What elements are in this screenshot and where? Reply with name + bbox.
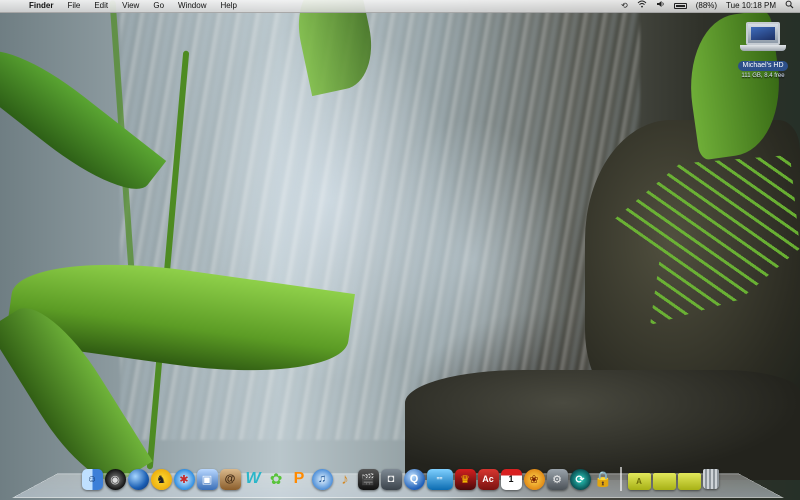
dock-frog-app-icon[interactable]: ✿ (266, 469, 287, 490)
dock-dashboard-icon[interactable]: ◉ (104, 468, 126, 490)
laptop-base (740, 45, 786, 51)
laptop-screen (746, 22, 780, 45)
menu-help[interactable]: Help (220, 0, 236, 12)
dock-finder-icon[interactable]: ☺ (81, 468, 103, 490)
dock-system-preferences-icon[interactable]: ⚙ (546, 468, 568, 490)
dock-banner-app-icon[interactable]: == (426, 468, 453, 490)
dock-photo-booth-icon[interactable]: ❀ (523, 468, 545, 490)
dock-garageband-icon[interactable]: ♪ (335, 469, 356, 490)
menu-bar: Finder File Edit View Go Window Help ⟲ (… (0, 0, 800, 13)
battery-percent: (88%) (695, 1, 718, 10)
battery-icon[interactable] (673, 3, 687, 9)
dock-game-icon[interactable]: ♛ (454, 468, 476, 490)
dock-iphoto-icon[interactable]: ◘ (380, 468, 402, 490)
volume-icon[interactable] (656, 0, 665, 12)
dock-documents-folder-icon[interactable] (652, 472, 676, 490)
menu-clock[interactable]: Tue 10:18 PM (726, 0, 776, 12)
dock-itunes-icon[interactable]: ♫ (311, 468, 333, 490)
disk-free: 8.4 free (764, 73, 785, 79)
dock-quicktime-icon[interactable]: Q (403, 468, 425, 490)
wifi-icon[interactable] (637, 0, 647, 12)
dock-acrobat-icon[interactable]: Ac (477, 468, 499, 490)
dock-keychain-lock-icon[interactable]: 🔒 (593, 469, 614, 490)
menu-view[interactable]: View (122, 0, 139, 12)
dock-preview-icon[interactable]: ▣ (196, 468, 218, 490)
dock-safari-icon[interactable]: ✱ (173, 468, 195, 490)
dock-applications-folder-icon[interactable]: A (627, 472, 651, 490)
disk-info: 111 GB, 8.4 free (741, 73, 785, 79)
dock-aim-icon[interactable]: ♞ (150, 468, 172, 490)
desktop-disk-icon[interactable]: Michael's HD 111 GB, 8.4 free (730, 22, 796, 81)
disk-capacity: 111 GB (741, 73, 761, 79)
desktop-wallpaper (0, 0, 800, 500)
dock-time-machine-icon[interactable]: ⟳ (569, 468, 591, 490)
time-machine-icon[interactable]: ⟲ (621, 0, 628, 12)
dock-address-book-icon[interactable]: @ (219, 468, 241, 490)
menu-go[interactable]: Go (153, 0, 164, 12)
dock-google-earth-icon[interactable] (127, 468, 149, 490)
dock: ☺ ◉ ♞ ✱ ▣ @ W ✿ P ♫ ♪ 🎬 ◘ Q == ♛ Ac 1 ❀ … (0, 464, 800, 494)
status-area: ⟲ (88%) Tue 10:18 PM (621, 0, 794, 12)
laptop-drive-icon (740, 22, 786, 54)
dock-downloads-folder-icon[interactable] (677, 472, 701, 490)
spotlight-search-icon[interactable] (785, 0, 794, 12)
menu-finder[interactable]: Finder (29, 0, 53, 12)
dock-imovie-icon[interactable]: 🎬 (357, 468, 379, 490)
dock-iweb-icon[interactable]: W (243, 469, 264, 490)
menu-file[interactable]: File (67, 0, 80, 12)
menu-edit[interactable]: Edit (94, 0, 108, 12)
dock-separator (619, 467, 622, 491)
disk-name-label: Michael's HD (738, 61, 788, 71)
menu-window[interactable]: Window (178, 0, 206, 12)
dock-p-app-icon[interactable]: P (289, 469, 310, 490)
dock-trash-icon[interactable] (702, 469, 719, 489)
dock-ical-icon[interactable]: 1 (500, 468, 522, 490)
